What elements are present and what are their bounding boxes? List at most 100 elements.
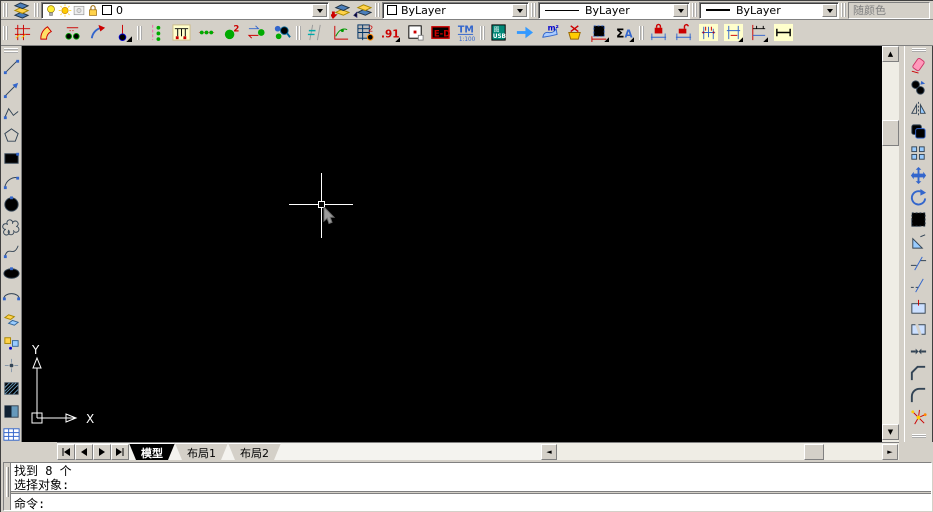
- toolbar-grip[interactable]: [137, 25, 142, 40]
- table-calc-icon[interactable]: 2: [353, 21, 378, 45]
- layer-properties-button[interactable]: [10, 1, 32, 19]
- toolbar-grip[interactable]: [296, 25, 301, 40]
- beam-table-icon[interactable]: [169, 21, 194, 45]
- scroll-right-button[interactable]: ►: [882, 444, 898, 460]
- dot-axis-icon[interactable]: [194, 21, 219, 45]
- break-icon[interactable]: [907, 318, 931, 340]
- construction-line-icon[interactable]: [1, 78, 21, 101]
- axis-dots-icon[interactable]: [144, 21, 169, 45]
- dim-grid-b-icon[interactable]: [721, 21, 746, 45]
- layer-previous-button[interactable]: [351, 2, 373, 18]
- trim-icon[interactable]: [907, 252, 931, 274]
- line-icon[interactable]: [1, 55, 21, 78]
- offset-icon[interactable]: [907, 120, 931, 142]
- color-combo[interactable]: ByLayer: [382, 1, 529, 19]
- ed-label-icon[interactable]: E-D: [428, 21, 453, 45]
- join-icon[interactable]: [907, 340, 931, 362]
- tab-model[interactable]: 模型: [129, 443, 175, 460]
- ellipse-icon[interactable]: [1, 262, 21, 285]
- linetype-combo[interactable]: ByLayer: [538, 1, 690, 19]
- dim-lock-icon[interactable]: [646, 21, 671, 45]
- make-block-icon[interactable]: [1, 331, 21, 354]
- hatch-icon[interactable]: [1, 377, 21, 400]
- command-prompt-input[interactable]: 命令:: [11, 494, 931, 511]
- toolbar-grip[interactable]: [841, 3, 846, 17]
- arc-wall-icon[interactable]: [35, 21, 60, 45]
- search-balls-icon[interactable]: [269, 21, 294, 45]
- extend-icon[interactable]: [907, 274, 931, 296]
- first-tab-button[interactable]: [57, 444, 75, 460]
- scroll-left-button[interactable]: ◄: [541, 444, 557, 460]
- toolbar-grip[interactable]: [3, 25, 8, 40]
- chamfer-icon[interactable]: [907, 362, 931, 384]
- layer-vp-freeze-icon[interactable]: [72, 3, 86, 17]
- axis-compare-icon[interactable]: [303, 21, 328, 45]
- command-history[interactable]: 找到 8 个 选择对象:: [11, 463, 931, 491]
- axis-circles-icon[interactable]: [60, 21, 85, 45]
- layer-combo-dropdown[interactable]: [312, 3, 327, 17]
- toolbar-grip[interactable]: [911, 434, 926, 438]
- layer-thaw-icon[interactable]: [58, 3, 72, 17]
- curve-stat-icon[interactable]: [328, 21, 353, 45]
- command-window-grip[interactable]: [4, 463, 11, 510]
- copy-icon[interactable]: [907, 76, 931, 98]
- decimal-91-icon[interactable]: .91: [378, 21, 403, 45]
- horizontal-scroll-thumb[interactable]: [804, 444, 824, 460]
- area-m2-icon[interactable]: m²: [537, 21, 562, 45]
- erase-icon[interactable]: [907, 54, 931, 76]
- toolbar-grip[interactable]: [480, 25, 485, 40]
- polyline-icon[interactable]: [1, 101, 21, 124]
- lineweight-combo-dropdown[interactable]: [822, 3, 837, 17]
- last-tab-button[interactable]: [111, 444, 129, 460]
- toolbar-grip[interactable]: [692, 3, 697, 17]
- tab-layout1[interactable]: 布局1: [175, 443, 228, 460]
- horizontal-scrollbar[interactable]: ◄ ►: [541, 442, 899, 460]
- dim-plain-icon[interactable]: [771, 21, 796, 45]
- mirror-icon[interactable]: [907, 98, 931, 120]
- rectangle-icon[interactable]: [1, 147, 21, 170]
- dim-unlock-icon[interactable]: [671, 21, 696, 45]
- axis-number-icon[interactable]: [110, 21, 135, 45]
- linetype-combo-dropdown[interactable]: [673, 3, 688, 17]
- drawing-canvas[interactable]: Y X: [22, 46, 882, 442]
- usb-board-icon[interactable]: 图 USB: [487, 21, 512, 45]
- polygon-icon[interactable]: [1, 124, 21, 147]
- revision-cloud-icon[interactable]: [1, 216, 21, 239]
- axis-grid-icon[interactable]: [10, 21, 35, 45]
- spline-icon[interactable]: [1, 239, 21, 262]
- toolbar-grip[interactable]: [639, 25, 644, 40]
- scroll-down-button[interactable]: ▼: [882, 424, 899, 440]
- yellow-cart-icon[interactable]: [562, 21, 587, 45]
- toolbar-grip[interactable]: [4, 48, 18, 53]
- toolbar-grip[interactable]: [375, 3, 380, 17]
- color-combo-dropdown[interactable]: [512, 3, 527, 17]
- layer-lock-icon[interactable]: [86, 3, 100, 17]
- toolbar-grip[interactable]: [911, 48, 926, 52]
- toolbar-grip[interactable]: [34, 3, 39, 17]
- fillet-icon[interactable]: [907, 384, 931, 406]
- rotate-icon[interactable]: [907, 186, 931, 208]
- scroll-up-button[interactable]: ▲: [882, 46, 899, 62]
- vertical-scroll-thumb[interactable]: [882, 120, 899, 146]
- blue-arrow-icon[interactable]: [512, 21, 537, 45]
- make-object-layer-current-button[interactable]: [329, 2, 351, 19]
- curved-arrow-icon[interactable]: [85, 21, 110, 45]
- layer-combo[interactable]: 0: [41, 1, 329, 19]
- dim-frame-icon[interactable]: [587, 21, 612, 45]
- point-icon[interactable]: [1, 354, 21, 377]
- lineweight-combo[interactable]: ByLayer: [699, 1, 839, 19]
- tab-layout2[interactable]: 布局2: [228, 443, 281, 460]
- layer-on-icon[interactable]: [44, 3, 58, 17]
- dim-grid-a-icon[interactable]: [696, 21, 721, 45]
- dim-red-icon[interactable]: [746, 21, 771, 45]
- scale-icon[interactable]: [907, 208, 931, 230]
- array-icon[interactable]: [907, 142, 931, 164]
- explode-icon[interactable]: [907, 406, 931, 428]
- toolbar-grip[interactable]: [3, 3, 8, 17]
- swap-ball-icon[interactable]: [244, 21, 269, 45]
- next-tab-button[interactable]: [93, 444, 111, 460]
- circle-icon[interactable]: [1, 193, 21, 216]
- ball-2-icon[interactable]: 2: [219, 21, 244, 45]
- insert-block-icon[interactable]: [1, 308, 21, 331]
- toolbar-grip[interactable]: [531, 3, 536, 17]
